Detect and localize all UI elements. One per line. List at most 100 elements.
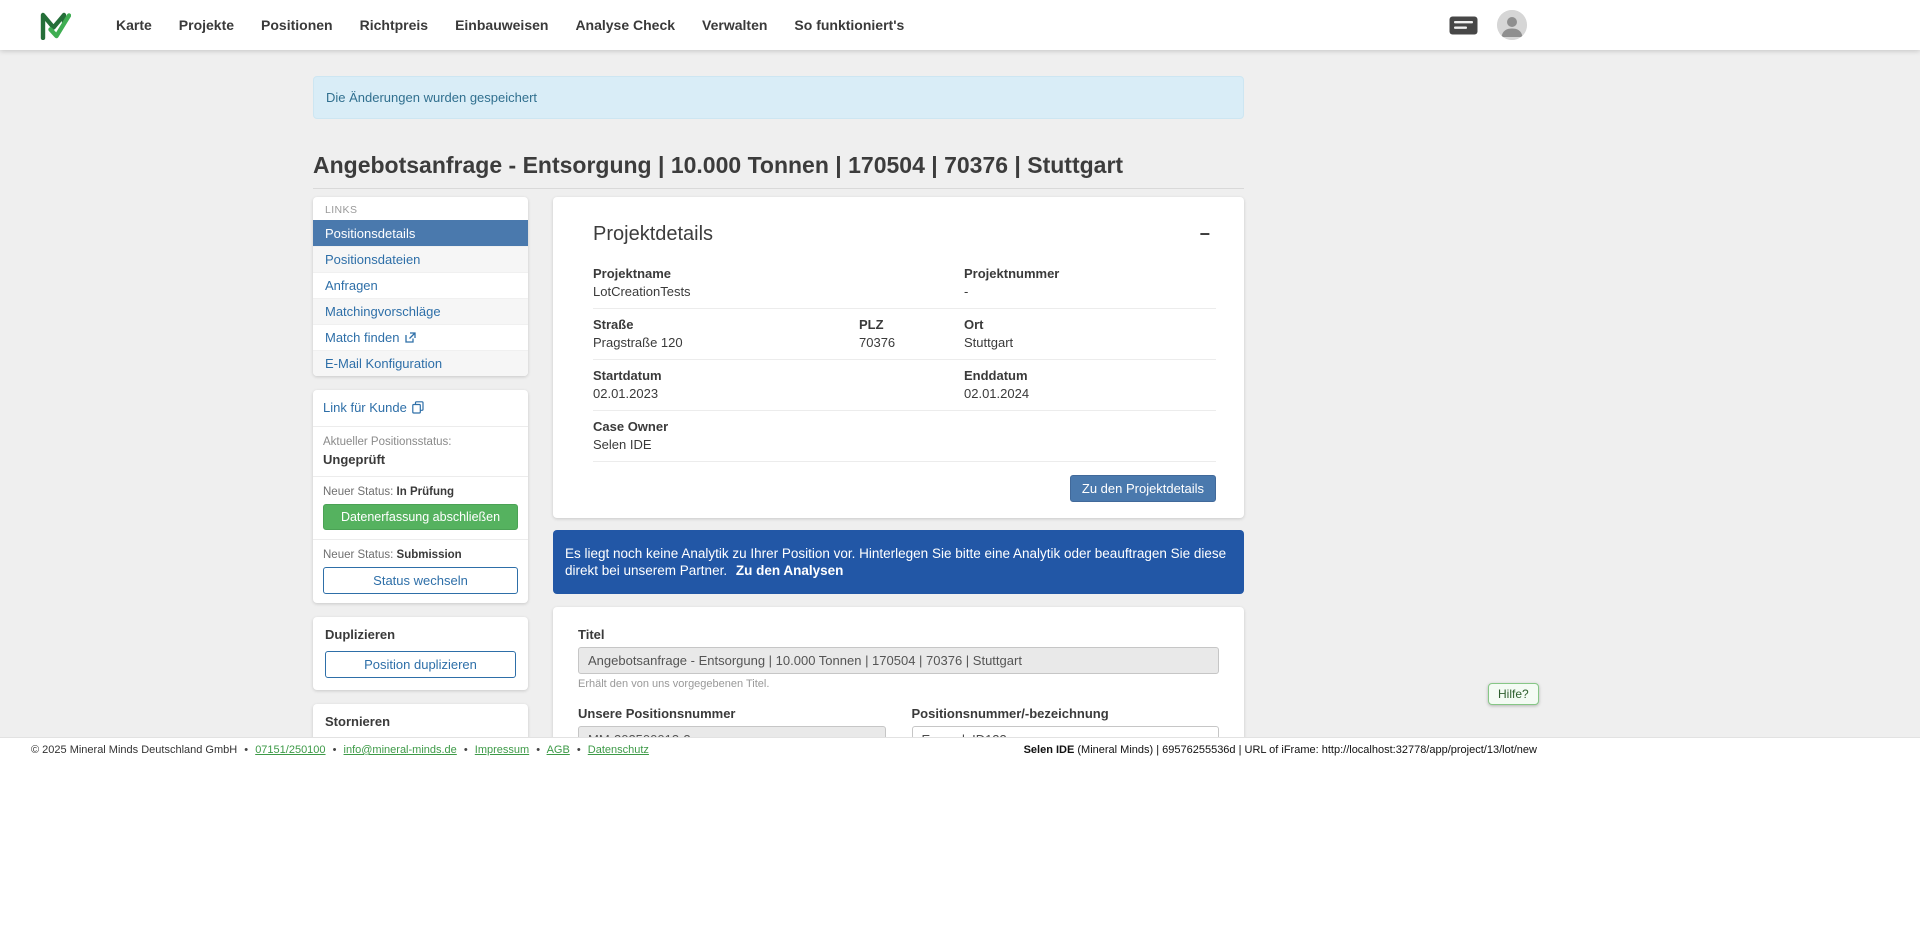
cancel-title: Stornieren — [325, 714, 516, 729]
number-fields-row: Unsere Positionsnummer Erhält eine syste… — [578, 706, 1219, 737]
next-status-value: Submission — [397, 549, 462, 561]
main-menu: Karte Projekte Positionen Richtpreis Ein… — [116, 17, 904, 33]
field-label: Projektnummer — [964, 266, 1216, 281]
titel-input — [578, 647, 1219, 674]
custom-number-label: Positionsnummer/-bezeichnung — [912, 706, 1220, 721]
sidebar-item-label: Positionsdetails — [325, 226, 415, 241]
footer: © 2025 Mineral Minds Deutschland GmbH • … — [0, 737, 1920, 762]
navbar-inner: Karte Projekte Positionen Richtpreis Ein… — [0, 0, 1557, 50]
next-status-block-1: Neuer Status: In Prüfung Datenerfassung … — [313, 477, 528, 540]
separator-bullet: • — [577, 744, 581, 756]
nav-item-projekte[interactable]: Projekte — [179, 17, 234, 33]
content-columns: LINKS Positionsdetails Positionsdateien … — [313, 197, 1244, 737]
main-content-area: Die Änderungen wurden gespeichert Angebo… — [0, 50, 1920, 737]
field-value: LotCreationTests — [593, 284, 964, 299]
links-header: LINKS — [313, 197, 528, 220]
title-divider — [313, 188, 1244, 189]
field-plz: PLZ 70376 — [859, 317, 964, 350]
field-value: Stuttgart — [964, 335, 1216, 350]
cancel-card: Stornieren Stornieren▾ — [313, 704, 528, 737]
project-row-address: Straße Pragstraße 120 PLZ 70376 Ort Stut… — [593, 309, 1216, 360]
sidebar-item-match-finden[interactable]: Match finden — [313, 324, 528, 350]
field-value: Pragstraße 120 — [593, 335, 859, 350]
sidebar-nav-list: Positionsdetails Positionsdateien Anfrag… — [313, 220, 528, 376]
project-actions: Zu den Projektdetails — [593, 475, 1216, 502]
footer-impressum-link[interactable]: Impressum — [475, 744, 529, 756]
save-success-alert: Die Änderungen wurden gespeichert — [313, 76, 1244, 119]
footer-datenschutz-link[interactable]: Datenschutz — [588, 744, 649, 756]
custom-number-input[interactable] — [912, 726, 1220, 737]
go-to-analyses-link[interactable]: Zu den Analysen — [736, 563, 844, 578]
titel-help-text: Erhält den von uns vorgegebenen Titel. — [578, 678, 1219, 690]
nav-item-so-funktionierts[interactable]: So funktioniert's — [794, 17, 904, 33]
field-value: - — [964, 284, 1216, 299]
project-details-card: Projektdetails − Projektname LotCreation… — [553, 197, 1244, 518]
page-title: Angebotsanfrage - Entsorgung | 10.000 To… — [313, 152, 1244, 179]
footer-session-details: (Mineral Minds) | 69576255536d | URL of … — [1074, 744, 1537, 756]
field-label: Ort — [964, 317, 1216, 332]
next-status-prefix: Neuer Status: — [323, 549, 393, 561]
sidebar-item-label: Anfragen — [325, 278, 378, 293]
current-status-block: Aktueller Positionsstatus: Ungeprüft — [313, 427, 528, 477]
top-navbar: Karte Projekte Positionen Richtpreis Ein… — [0, 0, 1920, 50]
user-avatar[interactable] — [1497, 10, 1527, 40]
duplicate-position-button[interactable]: Position duplizieren — [325, 651, 516, 678]
footer-phone-link[interactable]: 07151/250100 — [255, 744, 325, 756]
status-card: Link für Kunde Aktueller Positionsstatus… — [313, 390, 528, 603]
footer-agb-link[interactable]: AGB — [547, 744, 570, 756]
separator-bullet: • — [244, 744, 248, 756]
nav-item-karte[interactable]: Karte — [116, 17, 152, 33]
server-panel-icon[interactable] — [1449, 16, 1478, 35]
field-value: Selen IDE — [593, 437, 964, 452]
field-startdatum: Startdatum 02.01.2023 — [593, 368, 964, 401]
help-button[interactable]: Hilfe? — [1488, 683, 1539, 705]
nav-item-einbauweisen[interactable]: Einbauweisen — [455, 17, 548, 33]
field-value: 02.01.2024 — [964, 386, 1216, 401]
position-form-card: Titel Erhält den von uns vorgegebenen Ti… — [553, 607, 1244, 737]
sidebar-item-email-konfiguration[interactable]: E-Mail Konfiguration — [313, 350, 528, 376]
nav-item-verwalten[interactable]: Verwalten — [702, 17, 767, 33]
navbar-right — [1449, 10, 1557, 40]
field-enddatum: Enddatum 02.01.2024 — [964, 368, 1216, 401]
our-number-field: Unsere Positionsnummer Erhält eine syste… — [578, 706, 886, 737]
customer-link[interactable]: Link für Kunde — [323, 400, 424, 415]
sidebar-item-matchingvorschlaege[interactable]: Matchingvorschläge — [313, 298, 528, 324]
field-label: PLZ — [859, 317, 964, 332]
footer-email-link[interactable]: info@mineral-minds.de — [344, 744, 457, 756]
nav-item-richtpreis[interactable]: Richtpreis — [360, 17, 428, 33]
copy-icon — [412, 401, 424, 414]
nav-item-positionen[interactable]: Positionen — [261, 17, 333, 33]
our-number-input — [578, 726, 886, 737]
field-label: Straße — [593, 317, 859, 332]
sidebar: LINKS Positionsdetails Positionsdateien … — [313, 197, 528, 737]
next-status-label-1: Neuer Status: In Prüfung — [323, 486, 518, 498]
customer-link-label: Link für Kunde — [323, 400, 407, 415]
analytics-banner: Es liegt noch keine Analytik zu Ihrer Po… — [553, 530, 1244, 594]
sidebar-item-label: E-Mail Konfiguration — [325, 356, 442, 371]
field-value: 70376 — [859, 335, 964, 350]
field-strasse: Straße Pragstraße 120 — [593, 317, 859, 350]
project-details-title: Projektdetails — [593, 223, 713, 246]
go-to-project-details-button[interactable]: Zu den Projektdetails — [1070, 475, 1216, 502]
current-status-label: Aktueller Positionsstatus: — [323, 436, 518, 448]
collapse-icon[interactable]: − — [1193, 223, 1216, 245]
next-status-prefix: Neuer Status: — [323, 486, 393, 498]
sidebar-item-positionsdateien[interactable]: Positionsdateien — [313, 246, 528, 272]
field-projektname: Projektname LotCreationTests — [593, 266, 964, 299]
sidebar-item-positionsdetails[interactable]: Positionsdetails — [313, 220, 528, 246]
field-ort: Ort Stuttgart — [964, 317, 1216, 350]
project-row-owner: Case Owner Selen IDE — [593, 411, 1216, 462]
complete-data-entry-button[interactable]: Datenerfassung abschließen — [323, 504, 518, 530]
copyright-text: © 2025 Mineral Minds Deutschland GmbH — [31, 744, 237, 756]
sidebar-item-anfragen[interactable]: Anfragen — [313, 272, 528, 298]
separator-bullet: • — [333, 744, 337, 756]
switch-status-button[interactable]: Status wechseln — [323, 567, 518, 594]
nav-item-analyse-check[interactable]: Analyse Check — [575, 17, 675, 33]
field-value: 02.01.2023 — [593, 386, 964, 401]
our-number-label: Unsere Positionsnummer — [578, 706, 886, 721]
main-column: Projektdetails − Projektname LotCreation… — [553, 197, 1244, 737]
next-status-block-2: Neuer Status: Submission Status wechseln — [313, 540, 528, 603]
field-projektnummer: Projektnummer - — [964, 266, 1216, 299]
project-row-name-number: Projektname LotCreationTests Projektnumm… — [593, 258, 1216, 309]
brand-logo[interactable] — [40, 11, 71, 40]
